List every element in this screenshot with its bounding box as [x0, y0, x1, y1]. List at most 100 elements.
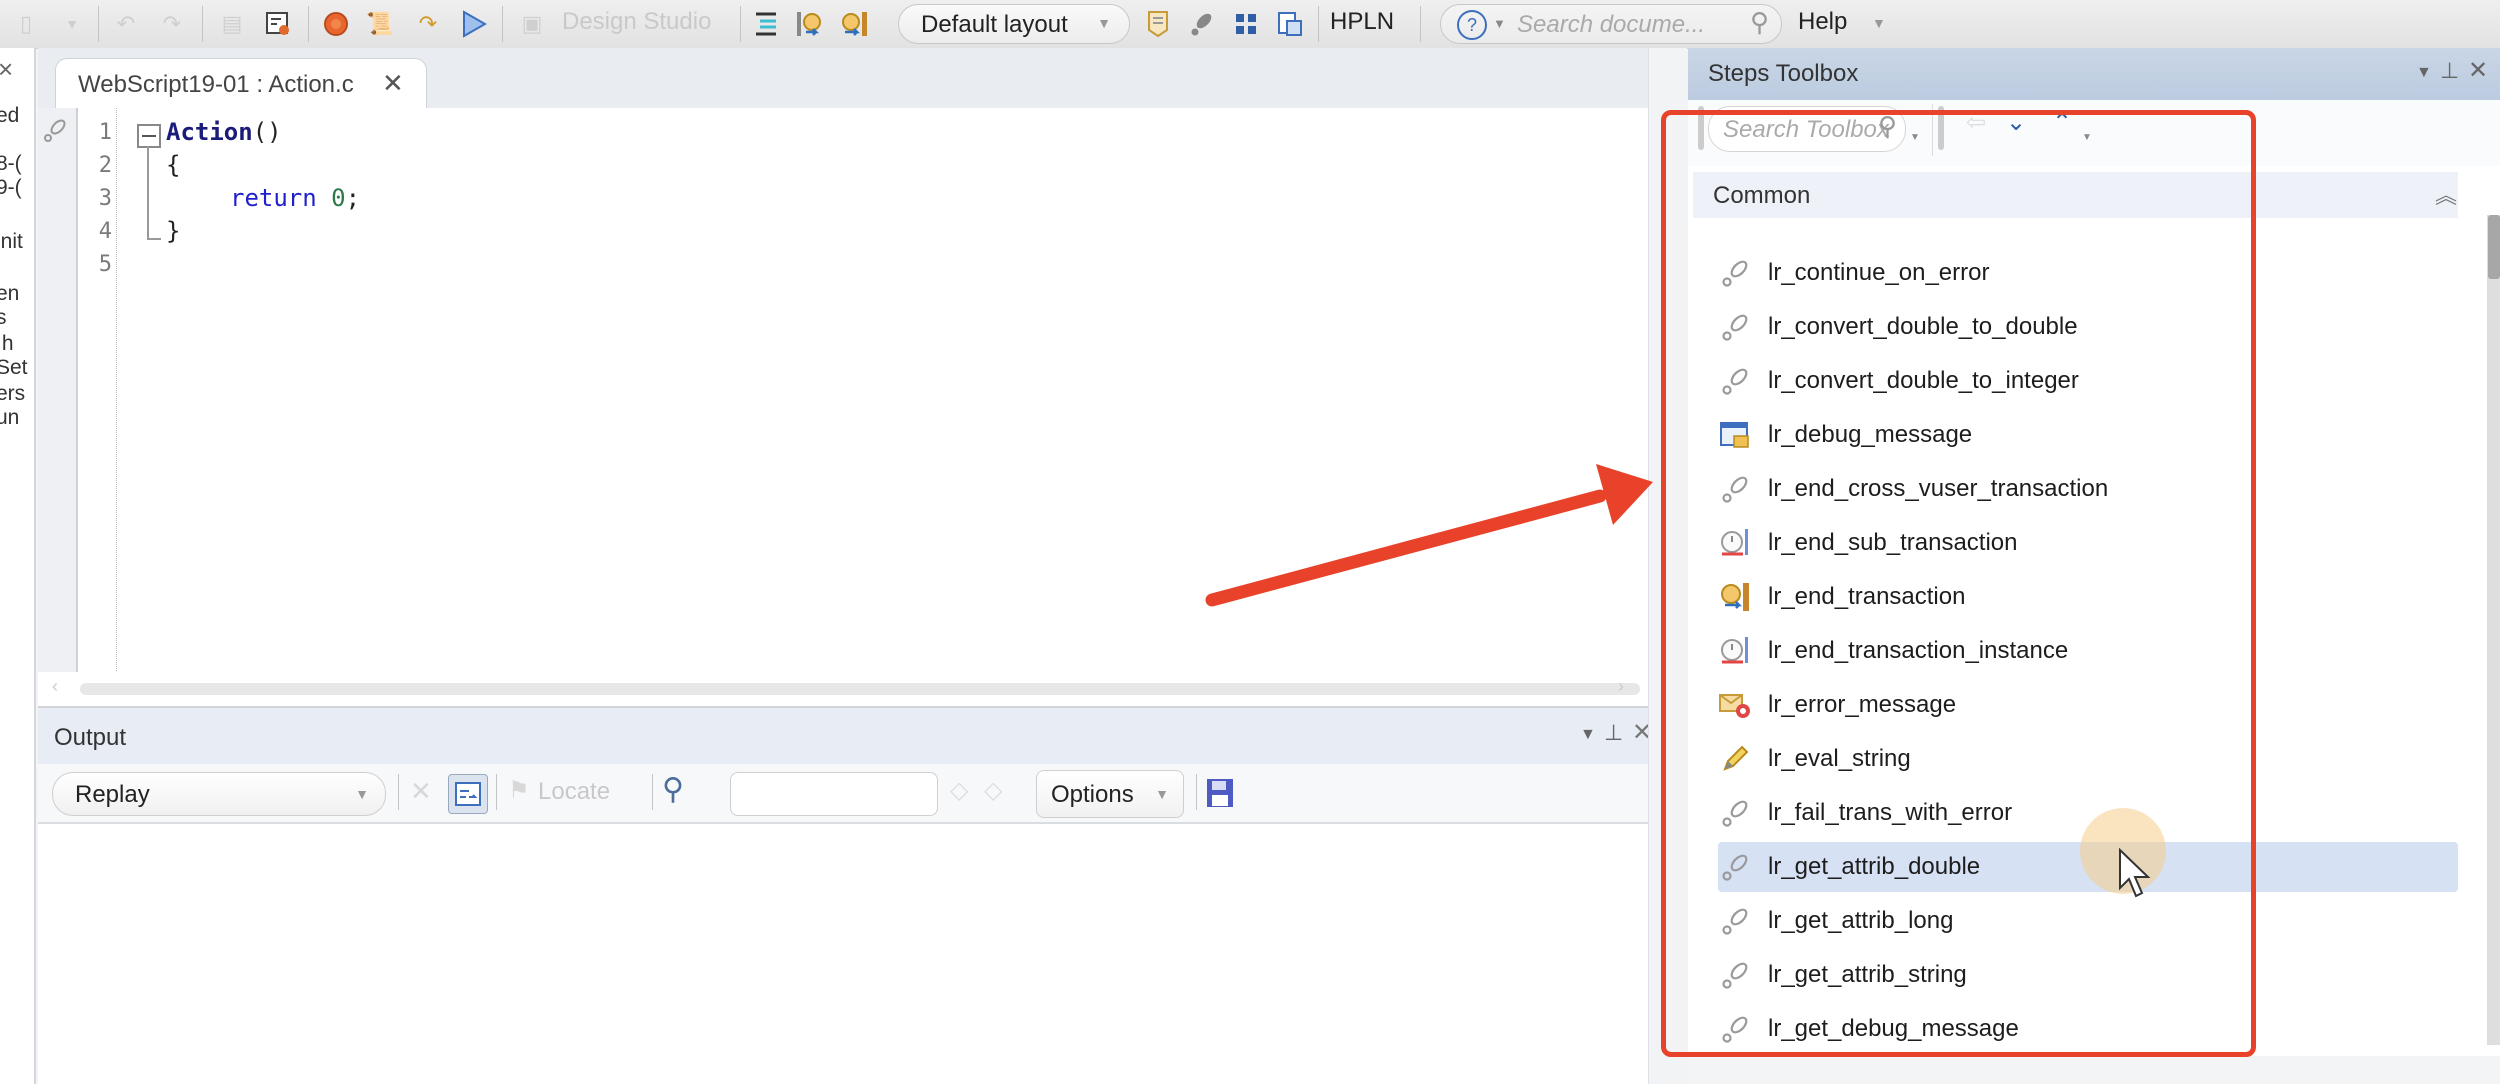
options-dropdown[interactable]: Options ▼: [1036, 770, 1184, 818]
fold-collapse-icon[interactable]: [137, 124, 161, 148]
flag-icon[interactable]: ⚑: [508, 776, 530, 805]
step-item[interactable]: lr_error_message: [1718, 680, 2458, 730]
tree-item[interactable]: 8-(: [0, 152, 22, 176]
design-studio-button[interactable]: Design Studio: [562, 0, 711, 48]
clear-output-icon[interactable]: ✕: [410, 776, 432, 807]
code-line-2: {: [166, 151, 181, 179]
toolbar-grip[interactable]: [1938, 106, 1944, 150]
chevron-down-icon[interactable]: ▼: [1910, 132, 1920, 143]
output-log-area[interactable]: [38, 824, 1648, 1084]
category-common-header[interactable]: Common ︽: [1693, 172, 2458, 218]
output-title: Output: [54, 724, 127, 751]
step-footprint-icon: [44, 119, 66, 142]
toolbar-divider: [398, 774, 399, 810]
tree-item[interactable]: un: [0, 406, 19, 430]
step-footprint-icon[interactable]: [1188, 10, 1216, 38]
expand-all-icon[interactable]: ⌄: [2006, 108, 2026, 137]
script-view-icon[interactable]: ▤: [218, 10, 246, 38]
step-item[interactable]: lr_end_transaction_instance: [1718, 626, 2458, 676]
replay-icon[interactable]: [460, 10, 488, 38]
save-dropdown-icon[interactable]: ▼: [58, 10, 86, 38]
close-icon[interactable]: ✕: [382, 68, 404, 99]
scroll-left-icon[interactable]: ‹: [52, 676, 58, 697]
run-step-icon[interactable]: ↷: [414, 10, 442, 38]
start-transaction-icon[interactable]: [796, 10, 824, 38]
scroll-right-icon[interactable]: ›: [1618, 676, 1624, 697]
find-previous-icon[interactable]: ◇: [950, 776, 968, 805]
toolbar-divider: [496, 774, 497, 810]
toolbar-divider: [202, 6, 203, 42]
design-studio-icon[interactable]: ▣: [518, 10, 546, 38]
steps-navigator-icon[interactable]: [752, 10, 780, 38]
scrollbar-thumb[interactable]: [80, 683, 1640, 695]
tree-item[interactable]: init: [0, 230, 23, 254]
step-item[interactable]: lr_end_sub_transaction: [1718, 518, 2458, 568]
step-item-label: lr_eval_string: [1768, 745, 1911, 772]
toolbar-divider: [652, 774, 653, 810]
tree-item[interactable]: en: [0, 282, 19, 306]
panes-icon[interactable]: [1276, 10, 1304, 38]
step-item-label: lr_debug_message: [1768, 421, 1973, 448]
help-menu[interactable]: Help: [1798, 0, 1847, 48]
footstep-icon: [1718, 310, 1752, 344]
step-item[interactable]: lr_get_attrib_long: [1718, 896, 2458, 946]
step-item[interactable]: lr_get_attrib_string: [1718, 950, 2458, 1000]
tree-item[interactable]: ed: [0, 104, 19, 128]
save-icon[interactable]: ▯: [12, 10, 40, 38]
steps-vertical-scrollbar[interactable]: [2487, 215, 2500, 1045]
tree-item[interactable]: 9-(: [0, 176, 22, 200]
find-icon[interactable]: ⚲: [662, 772, 684, 807]
close-icon[interactable]: ×: [0, 54, 13, 85]
save-output-icon[interactable]: [1206, 778, 1234, 813]
tree-item[interactable]: Set: [0, 356, 28, 380]
end-transaction-icon[interactable]: [840, 10, 868, 38]
search-icon[interactable]: ⚲: [1878, 111, 1897, 142]
tab-action-c[interactable]: WebScript19-01 : Action.c ✕: [55, 58, 427, 111]
step-item[interactable]: lr_end_cross_vuser_transaction: [1718, 464, 2458, 514]
step-item[interactable]: lr_debug_message: [1718, 410, 2458, 460]
search-documentation-input[interactable]: ? ▼ Search docume... ⚲: [1440, 4, 1782, 44]
step-item[interactable]: lr_eval_string: [1718, 734, 2458, 784]
close-icon[interactable]: ✕: [2468, 56, 2488, 85]
tree-item[interactable]: .h: [0, 332, 14, 356]
panel-menu-icon[interactable]: ▼: [2416, 64, 2432, 82]
output-search-input[interactable]: [730, 772, 938, 816]
search-toolbox-input[interactable]: Search Toolbox ⚲: [1708, 106, 1906, 152]
find-next-icon[interactable]: ◇: [984, 776, 1002, 805]
step-item[interactable]: lr_convert_double_to_double: [1718, 302, 2458, 352]
locate-button[interactable]: Locate: [538, 778, 610, 806]
editor-horizontal-scrollbar[interactable]: ‹ ›: [38, 672, 1648, 708]
transaction-end-icon: [1718, 580, 1752, 614]
collapse-category-icon[interactable]: ︽: [2435, 178, 2457, 210]
collapse-all-icon[interactable]: ⌃: [2052, 108, 2072, 137]
tree-item[interactable]: ers: [0, 382, 25, 406]
hpln-button[interactable]: HPLN: [1330, 0, 1394, 48]
step-item[interactable]: lr_continue_on_error: [1718, 248, 2458, 298]
panel-menu-icon[interactable]: ▼: [1580, 726, 1596, 744]
redo-icon[interactable]: ↷: [158, 10, 186, 38]
undo-icon[interactable]: ↶: [112, 10, 140, 38]
pin-icon[interactable]: ⊥: [1604, 720, 1623, 746]
grid-view-icon[interactable]: [1232, 10, 1260, 38]
output-source-select[interactable]: Replay ▼: [52, 772, 386, 816]
step-item[interactable]: lr_convert_double_to_integer: [1718, 356, 2458, 406]
pane-splitter[interactable]: [1648, 48, 1687, 1084]
pin-icon[interactable]: ⊥: [2440, 58, 2459, 84]
tree-item[interactable]: s: [0, 306, 7, 330]
word-wrap-toggle[interactable]: [448, 774, 488, 814]
scrollbar-thumb[interactable]: [2488, 215, 2500, 279]
steps-toolbox-title: Steps Toolbox: [1708, 60, 1859, 87]
step-item[interactable]: lr_end_transaction: [1718, 572, 2458, 622]
record-icon[interactable]: [322, 10, 350, 38]
step-item-label: lr_fail_trans_with_error: [1768, 799, 2013, 826]
back-icon[interactable]: ⇦: [1966, 108, 1986, 137]
layout-select[interactable]: Default layout ▼: [898, 4, 1130, 44]
bookmark-icon[interactable]: [1144, 10, 1172, 38]
search-icon[interactable]: ⚲: [1750, 7, 1769, 38]
toolbar-grip[interactable]: [1698, 106, 1704, 150]
step-item[interactable]: lr_get_debug_message: [1718, 1004, 2458, 1054]
compile-script-icon[interactable]: 📜: [366, 10, 394, 38]
runtime-settings-icon[interactable]: [264, 10, 292, 38]
chevron-down-icon[interactable]: ▼: [2082, 132, 2092, 143]
main-toolbar: ▯ ▼ ↶ ↷ ▤ 📜 ↷ ▣ Design Studio Default la…: [0, 0, 2500, 49]
